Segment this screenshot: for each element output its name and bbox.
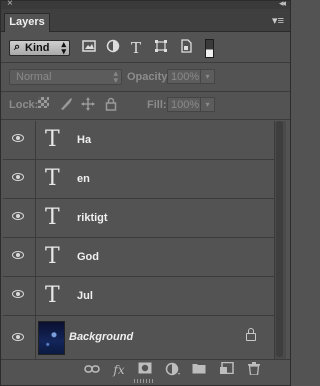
- collapse-icon[interactable]: ◂◂: [279, 0, 286, 9]
- new-layer-icon[interactable]: [218, 361, 236, 378]
- opacity-field[interactable]: 100% ▾: [167, 69, 215, 84]
- resize-grip[interactable]: [134, 379, 154, 383]
- filter-toggle-switch[interactable]: [205, 39, 214, 58]
- layer-list: T Ha T en T riktigt T God T Jul Backgrou…: [3, 121, 274, 359]
- fill-field[interactable]: 100% ▾: [167, 97, 215, 112]
- layer-name: Ha: [77, 134, 92, 146]
- fill-value: 100%: [171, 99, 200, 111]
- layer-name: en: [77, 173, 90, 185]
- eye-icon: [12, 134, 24, 142]
- visibility-toggle[interactable]: [3, 316, 36, 359]
- link-icon[interactable]: [83, 362, 101, 378]
- tab-layers[interactable]: Layers: [4, 13, 50, 32]
- trash-icon[interactable]: [245, 362, 263, 378]
- visibility-toggle[interactable]: [3, 121, 36, 159]
- layers-panel: × ◂◂ Layers ▾≡ ⌕ Kind ▴ ▾ T Normal ▴ ▾ Opa…: [0, 0, 291, 386]
- layer-row[interactable]: T Jul: [3, 277, 274, 316]
- panel-title-strip: × ◂◂: [1, 0, 290, 9]
- type-filter-icon[interactable]: T: [127, 39, 145, 57]
- shape-filter-icon[interactable]: [152, 39, 170, 57]
- text-layer-icon: T: [45, 166, 60, 191]
- visibility-toggle[interactable]: [3, 238, 36, 276]
- divider: [1, 119, 290, 120]
- panel-menu-icon[interactable]: ▾≡: [272, 14, 284, 27]
- folder-icon[interactable]: [190, 362, 208, 378]
- chevron-down-icon[interactable]: ▾: [200, 70, 214, 83]
- blend-mode-value: Normal: [16, 71, 52, 83]
- filter-kind-select[interactable]: ⌕ Kind ▴ ▾: [9, 40, 70, 56]
- scrollbar-thumb[interactable]: [276, 121, 283, 357]
- panel-tab-bar: Layers ▾≡: [1, 9, 290, 32]
- filter-row: ⌕ Kind ▴ ▾ T: [1, 32, 290, 62]
- stepper-arrows-icon: ▴ ▾: [113, 68, 118, 85]
- lock-position-icon[interactable]: [81, 97, 95, 111]
- opacity-value: 100%: [171, 71, 200, 83]
- opacity-label: Opacity:: [127, 71, 172, 83]
- eye-icon: [12, 333, 24, 341]
- filter-kind-label: Kind: [25, 42, 50, 54]
- stepper-arrows-icon: ▴ ▾: [61, 39, 66, 56]
- lock-image-pixels-icon[interactable]: [59, 97, 73, 111]
- lock-all-icon[interactable]: [104, 97, 118, 111]
- close-icon[interactable]: ×: [7, 0, 13, 9]
- mask-icon[interactable]: [136, 362, 154, 378]
- layer-row[interactable]: T riktigt: [3, 199, 274, 238]
- text-layer-icon: T: [45, 244, 60, 269]
- fill-label: Fill:: [147, 99, 167, 111]
- layer-name: Jul: [77, 290, 93, 302]
- layer-thumbnail: [38, 321, 65, 355]
- lock-transparent-pixels-icon[interactable]: [38, 97, 49, 108]
- eye-icon: [12, 290, 24, 298]
- layer-row[interactable]: T God: [3, 238, 274, 277]
- eye-icon: [12, 212, 24, 220]
- layer-name: riktigt: [77, 212, 108, 224]
- text-layer-icon: T: [45, 283, 60, 308]
- text-layer-icon: T: [45, 127, 60, 152]
- text-layer-icon: T: [45, 205, 60, 230]
- search-icon: ⌕: [14, 41, 21, 53]
- layer-row[interactable]: T en: [3, 160, 274, 199]
- layer-name: Background: [69, 331, 134, 343]
- layer-row-background[interactable]: Background: [3, 316, 274, 359]
- divider: [1, 62, 290, 63]
- fx-icon[interactable]: fx: [110, 362, 128, 378]
- layer-actions-bar: fx: [1, 359, 290, 380]
- chevron-down-icon[interactable]: ▾: [200, 98, 214, 111]
- eye-icon: [12, 251, 24, 259]
- visibility-toggle[interactable]: [3, 199, 36, 237]
- layer-row[interactable]: T Ha: [3, 121, 274, 160]
- image-filter-icon[interactable]: [80, 39, 98, 57]
- adjustment-filter-icon[interactable]: [104, 39, 122, 57]
- visibility-toggle[interactable]: [3, 277, 36, 315]
- lock-label: Lock:: [9, 99, 39, 111]
- visibility-toggle[interactable]: [3, 160, 36, 198]
- adjustment-icon[interactable]: [164, 362, 182, 378]
- lock-icon: [246, 328, 256, 341]
- layer-name: God: [77, 251, 99, 263]
- blend-mode-select[interactable]: Normal ▴ ▾: [9, 69, 122, 85]
- smart-object-filter-icon[interactable]: [177, 39, 195, 57]
- eye-icon: [12, 173, 24, 181]
- divider: [1, 91, 290, 92]
